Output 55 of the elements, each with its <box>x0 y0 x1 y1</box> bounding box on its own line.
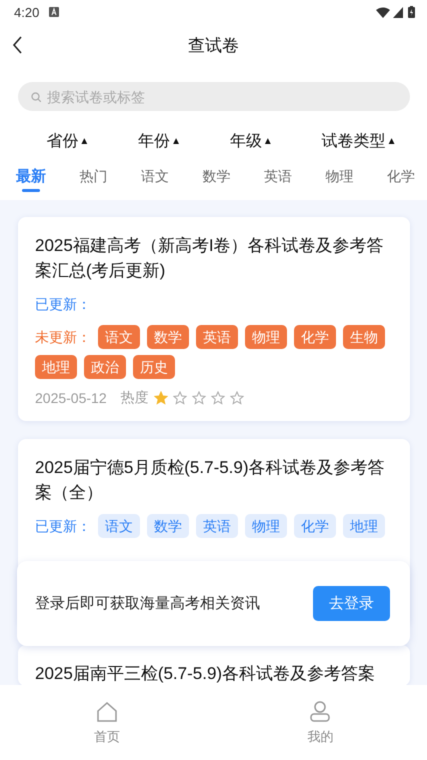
paper-card[interactable]: 2025福建高考（新高考I卷）各科试卷及参考答案汇总(考后更新) 已更新： 未更新： 语文 数学 英语 物理 化学 生物 地理 政治 历史 2025-05-12 热度 <box>18 217 410 421</box>
subject-tag[interactable]: 语文 <box>98 325 140 349</box>
nav-tab[interactable]: 我的 <box>214 685 427 760</box>
filled-star-icon <box>154 391 168 405</box>
subject-tab[interactable]: 最新 <box>16 167 46 192</box>
subject-tab[interactable]: 化学 <box>387 167 415 192</box>
notification-icon <box>49 7 60 17</box>
subject-tag[interactable]: 数学 <box>147 325 189 349</box>
subject-tag[interactable]: 历史 <box>133 355 175 379</box>
subject-tag[interactable]: 物理 <box>245 514 287 538</box>
page-title: 查试卷 <box>188 34 239 56</box>
empty-star-icon <box>192 391 206 405</box>
login-button[interactable]: 去登录 <box>313 586 390 621</box>
subject-tag[interactable]: 英语 <box>196 325 238 349</box>
updated-label: 已更新： <box>35 295 91 314</box>
paper-title: 2025福建高考（新高考I卷）各科试卷及参考答案汇总(考后更新) <box>35 235 385 282</box>
search-icon <box>31 92 41 102</box>
subject-tag[interactable]: 英语 <box>196 514 238 538</box>
empty-star-icon <box>210 391 225 405</box>
subject-tag[interactable]: 语文 <box>98 514 140 538</box>
login-prompt-text: 登录后即可获取海量高考相关资讯 <box>35 594 260 613</box>
subject-tag[interactable]: 物理 <box>245 325 287 349</box>
filter-dropdown[interactable]: 年级▲ <box>230 130 273 152</box>
updated-label: 已更新： <box>35 517 91 536</box>
subject-tab[interactable]: 数学 <box>202 167 230 192</box>
home-icon <box>96 701 118 723</box>
subject-tag[interactable]: 政治 <box>84 355 126 379</box>
wifi-icon <box>376 6 390 18</box>
empty-star-icon <box>172 391 187 405</box>
heat-label: 热度 <box>120 389 149 407</box>
search-field[interactable]: 搜索试卷或标签 <box>18 82 410 111</box>
pending-label: 未更新： <box>35 328 91 347</box>
filter-dropdown[interactable]: 试卷类型▲ <box>322 130 397 152</box>
subject-tag[interactable]: 化学 <box>294 325 336 349</box>
filter-dropdown[interactable]: 年份▲ <box>138 130 182 152</box>
paper-title: 2025届宁德5月质检(5.7-5.9)各科试卷及参考答案（全） <box>35 457 386 504</box>
battery-icon <box>408 6 415 18</box>
filter-dropdown[interactable]: 省份▲ <box>46 130 90 152</box>
subject-tag[interactable]: 地理 <box>35 355 77 379</box>
subject-tab[interactable]: 物理 <box>326 167 354 192</box>
subject-tab[interactable]: 语文 <box>141 167 169 192</box>
person-icon <box>309 701 332 723</box>
paper-date: 2025-05-12 <box>35 390 107 406</box>
subject-tag[interactable]: 化学 <box>294 514 336 538</box>
paper-card[interactable]: 2025届南平三检(5.7-5.9)各科试卷及参考答案 <box>18 645 410 685</box>
subject-tag[interactable]: 地理 <box>343 514 385 538</box>
status-time: 4:20 <box>14 4 40 20</box>
empty-star-icon <box>230 391 244 405</box>
subject-tab[interactable]: 热门 <box>80 167 108 192</box>
nav-tab[interactable]: 首页 <box>0 685 214 760</box>
signal-icon <box>393 6 403 18</box>
subject-tab[interactable]: 英语 <box>264 167 292 192</box>
subject-tag[interactable]: 数学 <box>147 514 189 538</box>
paper-title: 2025届南平三检(5.7-5.9)各科试卷及参考答案 <box>35 663 376 685</box>
subject-tag[interactable]: 生物 <box>343 325 385 349</box>
